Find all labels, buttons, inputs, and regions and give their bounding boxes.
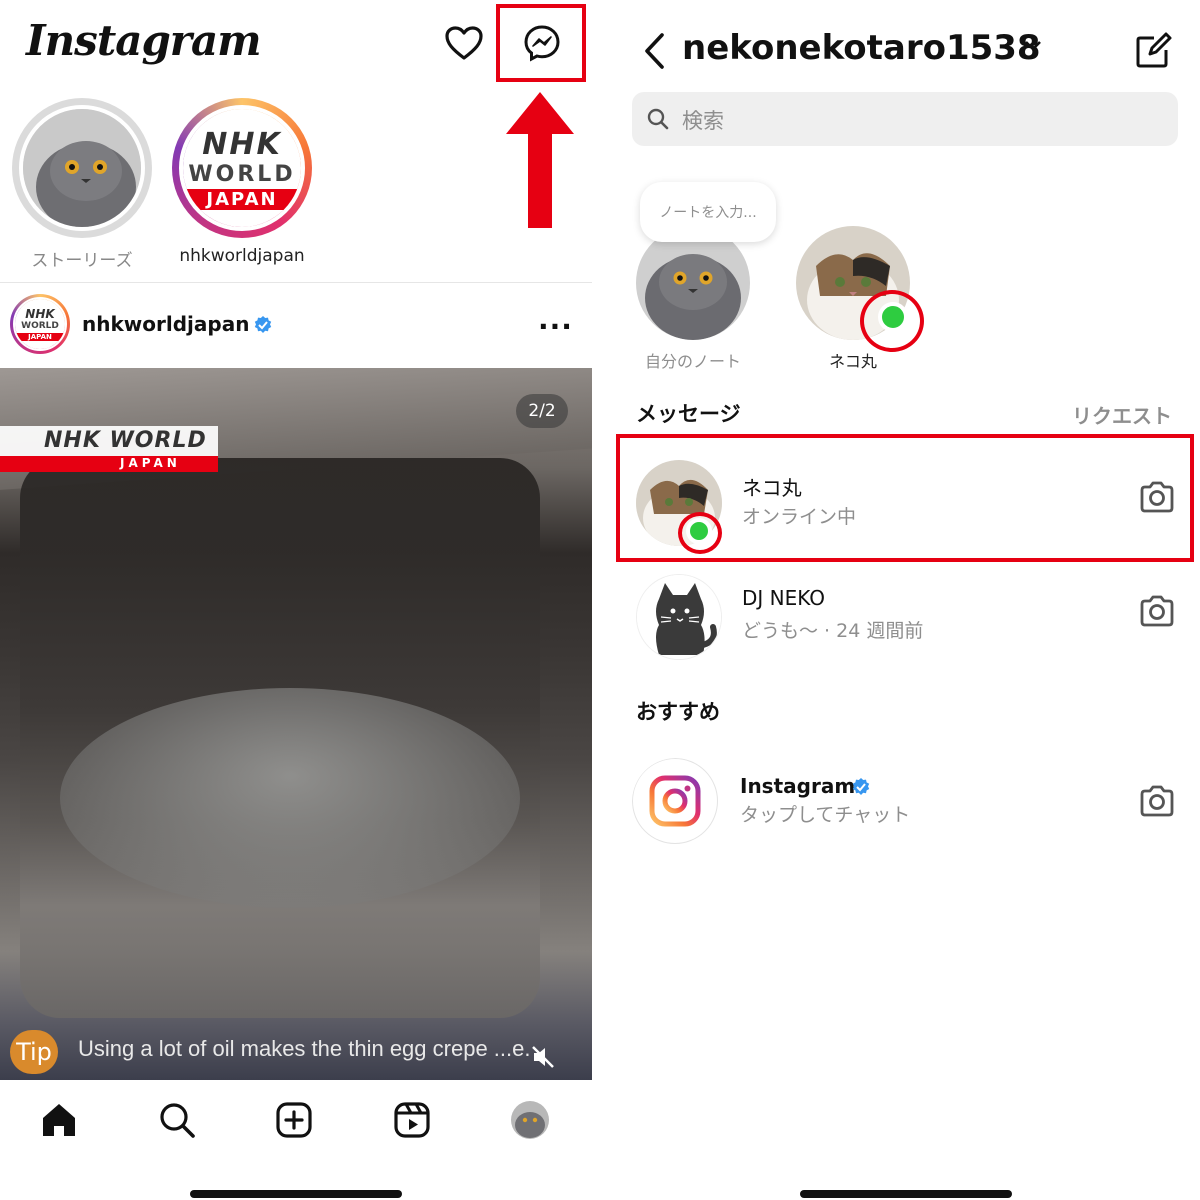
nav-reels[interactable]	[390, 1098, 434, 1142]
online-highlight-circle	[860, 290, 924, 352]
nhk-logo-line1: NHK	[202, 126, 282, 162]
chat-last-message: どうも〜 · 24 週間前	[742, 620, 924, 642]
chevron-down-icon[interactable]	[1024, 40, 1042, 52]
nhk-avatar: NHK WORLD JAPAN	[179, 105, 305, 231]
note-label: 自分のノート	[644, 352, 741, 371]
home-icon	[43, 1104, 75, 1136]
divider	[0, 282, 592, 283]
instagram-logo: Instagram	[26, 16, 262, 65]
search-icon	[160, 1103, 195, 1138]
post-header: NHK WORLD JAPAN nhkworldjapan ···	[10, 294, 582, 354]
search-icon	[647, 108, 669, 130]
chat-avatar	[632, 758, 720, 846]
back-arrow-icon[interactable]	[642, 32, 666, 70]
tip-badge: Tip	[10, 1030, 58, 1074]
verified-badge-icon	[254, 316, 272, 333]
instagram-logo-icon	[632, 758, 718, 844]
bottom-navigation	[0, 1086, 592, 1156]
verified-badge-icon	[852, 778, 870, 795]
account-username[interactable]: nekonekotaro1538	[682, 28, 1041, 68]
story-label: ストーリーズ	[31, 251, 133, 271]
story-ring	[12, 98, 152, 238]
watermark-line1: NHK WORLD	[44, 428, 207, 453]
nhk-logo-line2: WORLD	[21, 321, 59, 331]
post-username[interactable]: nhkworldjapan	[82, 312, 249, 336]
suggested-section-title: おすすめ	[636, 700, 720, 724]
post-avatar[interactable]: NHK WORLD JAPAN	[10, 294, 70, 354]
note-label: ネコ丸	[829, 352, 877, 371]
camera-icon[interactable]	[1138, 784, 1176, 818]
instagram-feed-screen: Instagram ストーリーズ NHK WORLD JAPAN nhkworl…	[0, 0, 592, 1200]
nav-profile[interactable]	[508, 1098, 552, 1142]
direct-messages-screen: nekonekotaro1538 検索 ノートを入力... 自分のノート ネコ丸…	[606, 0, 1200, 1200]
nhk-world-watermark: NHK WORLD JAPAN	[0, 426, 218, 472]
nav-create[interactable]	[272, 1098, 316, 1142]
more-options-icon[interactable]: ···	[538, 310, 573, 343]
video-caption: Using a lot of oil makes the thin egg cr…	[78, 1036, 531, 1061]
home-indicator	[800, 1190, 1012, 1198]
nhk-logo-line3: JAPAN	[183, 188, 301, 210]
chat-highlight-box	[616, 434, 1194, 562]
chat-avatar	[636, 574, 722, 660]
messenger-highlight-box	[496, 4, 586, 82]
note-input-bubble[interactable]: ノートを入力...	[640, 182, 776, 242]
chat-name: DJ NEKO	[742, 586, 826, 610]
camera-icon[interactable]	[1138, 594, 1176, 628]
cat-avatar	[19, 105, 145, 231]
chat-row-djneko[interactable]: DJ NEKO どうも〜 · 24 週間前	[606, 564, 1200, 664]
profile-avatar	[511, 1101, 549, 1139]
nav-search[interactable]	[155, 1098, 199, 1142]
activity-heart-button[interactable]	[440, 20, 488, 66]
story-label: nhkworldjapan	[179, 246, 305, 266]
watermark-bar	[0, 456, 218, 472]
nhk-logo-line2: WORLD	[188, 161, 296, 187]
chat-subtitle: タップしてチャット	[740, 804, 911, 826]
nhk-world-logo: NHK WORLD JAPAN	[183, 109, 301, 227]
nhk-world-logo: NHK WORLD JAPAN	[15, 299, 65, 349]
chat-name: Instagram	[740, 774, 856, 798]
story-nhkworldjapan[interactable]: NHK WORLD JAPAN nhkworldjapan	[172, 98, 312, 266]
note-self-avatar[interactable]	[636, 226, 750, 340]
egg-crepe	[60, 688, 520, 908]
home-indicator	[190, 1190, 402, 1198]
nhk-logo-line1: NHK	[25, 307, 55, 321]
story-own[interactable]: ストーリーズ	[12, 98, 152, 271]
messages-section-title: メッセージ	[636, 402, 741, 426]
mute-icon[interactable]	[530, 1044, 556, 1070]
search-input[interactable]: 検索	[632, 92, 1178, 146]
nav-home[interactable]	[37, 1098, 81, 1142]
watermark-line2: JAPAN	[120, 456, 181, 470]
red-up-arrow-icon	[506, 92, 574, 228]
reels-icon	[394, 1102, 430, 1138]
compose-icon[interactable]	[1134, 30, 1174, 70]
story-ring-unseen: NHK WORLD JAPAN	[172, 98, 312, 238]
create-icon	[276, 1102, 312, 1138]
carousel-counter: 2/2	[516, 394, 568, 428]
post-image[interactable]: 2/2 NHK WORLD JAPAN Tip Using a lot of o…	[0, 368, 592, 1080]
suggested-row-instagram[interactable]: Instagram タップしてチャット	[606, 748, 1200, 848]
search-placeholder: 検索	[682, 109, 724, 133]
nhk-logo-line3: JAPAN	[15, 333, 65, 341]
requests-link[interactable]: リクエスト	[1072, 400, 1172, 429]
heart-icon	[445, 26, 483, 60]
